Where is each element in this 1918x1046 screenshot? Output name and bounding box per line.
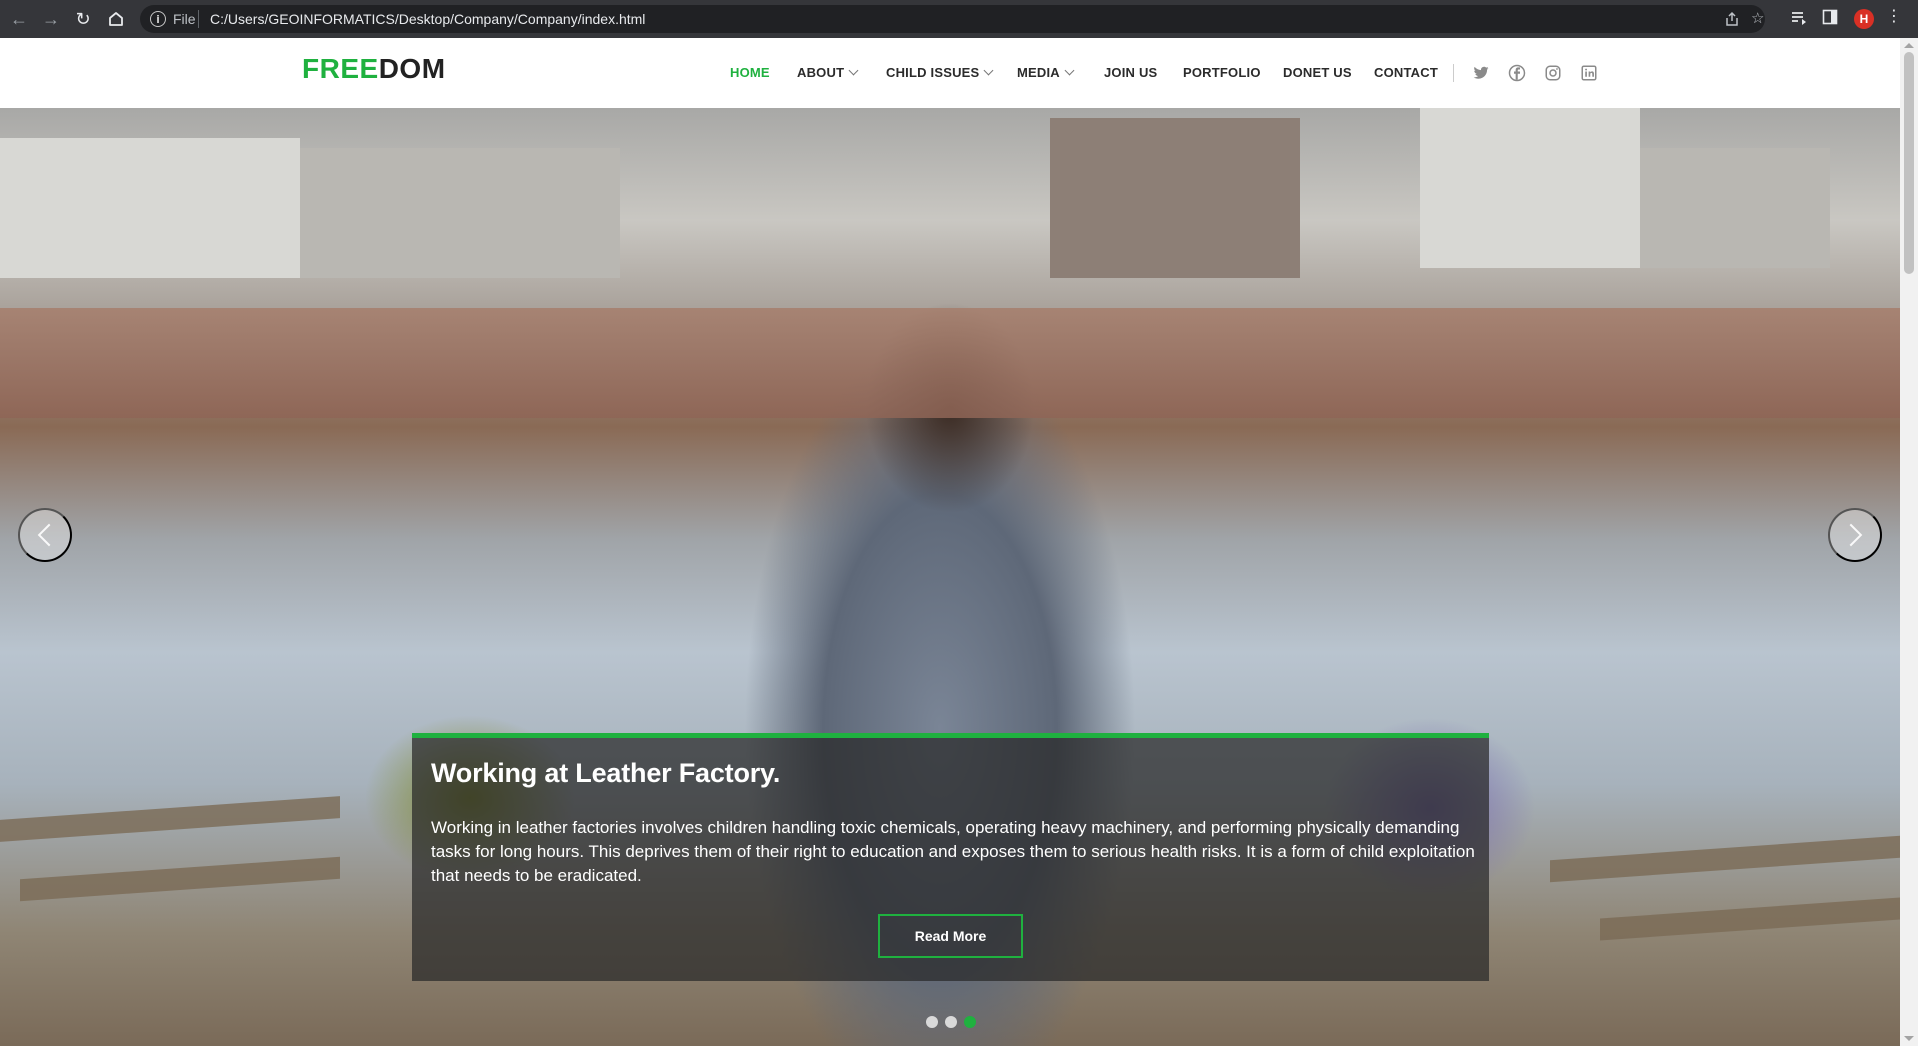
logo-text-dark: DOM bbox=[378, 53, 446, 84]
profile-avatar[interactable]: H bbox=[1854, 9, 1874, 29]
site-header: FREEDOM HOME ABOUT CHILD ISSUES MEDIA JO… bbox=[0, 38, 1900, 108]
facebook-icon[interactable] bbox=[1508, 64, 1526, 82]
scrollbar-thumb[interactable] bbox=[1904, 52, 1914, 274]
logo-text-green: FREE bbox=[302, 53, 379, 84]
nav-divider bbox=[1453, 64, 1454, 82]
nav-media[interactable]: MEDIA bbox=[1017, 65, 1075, 80]
nav-child-issues-label: CHILD ISSUES bbox=[886, 65, 980, 80]
scroll-down-icon[interactable] bbox=[1904, 1036, 1914, 1041]
hero-slider: Working at Leather Factory. Working in l… bbox=[0, 108, 1900, 1046]
carousel-prev-button[interactable] bbox=[18, 508, 72, 562]
carousel-dot-2[interactable] bbox=[945, 1016, 957, 1028]
scroll-up-icon[interactable] bbox=[1904, 43, 1914, 48]
carousel-indicators bbox=[926, 1016, 976, 1028]
twitter-icon[interactable] bbox=[1472, 64, 1490, 82]
scheme-label: File bbox=[173, 11, 196, 27]
linkedin-icon[interactable] bbox=[1580, 64, 1598, 82]
chevron-down-icon bbox=[848, 65, 859, 76]
chevron-down-icon bbox=[1064, 65, 1075, 76]
reading-list-icon[interactable] bbox=[1790, 9, 1808, 30]
nav-portfolio[interactable]: PORTFOLIO bbox=[1183, 65, 1261, 80]
kebab-menu-icon[interactable]: ⋮ bbox=[1886, 9, 1902, 25]
chevron-left-icon bbox=[37, 523, 61, 547]
url-text[interactable]: C:/Users/GEOINFORMATICS/Desktop/Company/… bbox=[210, 11, 645, 27]
slide-title: Working at Leather Factory. bbox=[431, 758, 781, 788]
slide-description: Working in leather factories involves ch… bbox=[431, 818, 1475, 885]
forward-arrow-icon[interactable]: → bbox=[41, 9, 61, 29]
address-bar[interactable]: i File C:/Users/GEOINFORMATICS/Desktop/C… bbox=[140, 5, 1765, 33]
nav-donet-us[interactable]: DONET US bbox=[1283, 65, 1352, 80]
site-logo[interactable]: FREEDOM bbox=[302, 55, 446, 83]
nav-join-us[interactable]: JOIN US bbox=[1104, 65, 1157, 80]
nav-home[interactable]: HOME bbox=[730, 65, 770, 80]
instagram-icon[interactable] bbox=[1544, 64, 1562, 82]
browser-toolbar: ← → ↻ i File C:/Users/GEOINFORMATICS/Des… bbox=[0, 0, 1918, 38]
carousel-dot-3[interactable] bbox=[964, 1016, 976, 1028]
home-icon[interactable] bbox=[106, 9, 126, 29]
carousel-next-button[interactable] bbox=[1828, 508, 1882, 562]
nav-contact[interactable]: CONTACT bbox=[1374, 65, 1438, 80]
chevron-right-icon bbox=[1839, 523, 1863, 547]
nav-media-label: MEDIA bbox=[1017, 65, 1060, 80]
star-icon[interactable]: ☆ bbox=[1751, 11, 1764, 26]
side-panel-icon[interactable] bbox=[1822, 9, 1838, 28]
nav-about-label: ABOUT bbox=[797, 65, 845, 80]
slide-caption: Working at Leather Factory. Working in l… bbox=[412, 733, 1489, 981]
carousel-dot-1[interactable] bbox=[926, 1016, 938, 1028]
page-scrollbar[interactable] bbox=[1900, 38, 1918, 1046]
read-more-button[interactable]: Read More bbox=[878, 914, 1023, 958]
share-icon[interactable] bbox=[1724, 11, 1740, 30]
nav-about[interactable]: ABOUT bbox=[797, 65, 859, 80]
reload-icon[interactable]: ↻ bbox=[73, 9, 93, 29]
back-arrow-icon[interactable]: ← bbox=[9, 9, 29, 29]
address-divider bbox=[198, 10, 199, 28]
chevron-down-icon bbox=[983, 65, 994, 76]
info-icon[interactable]: i bbox=[150, 11, 166, 27]
nav-child-issues[interactable]: CHILD ISSUES bbox=[886, 65, 994, 80]
